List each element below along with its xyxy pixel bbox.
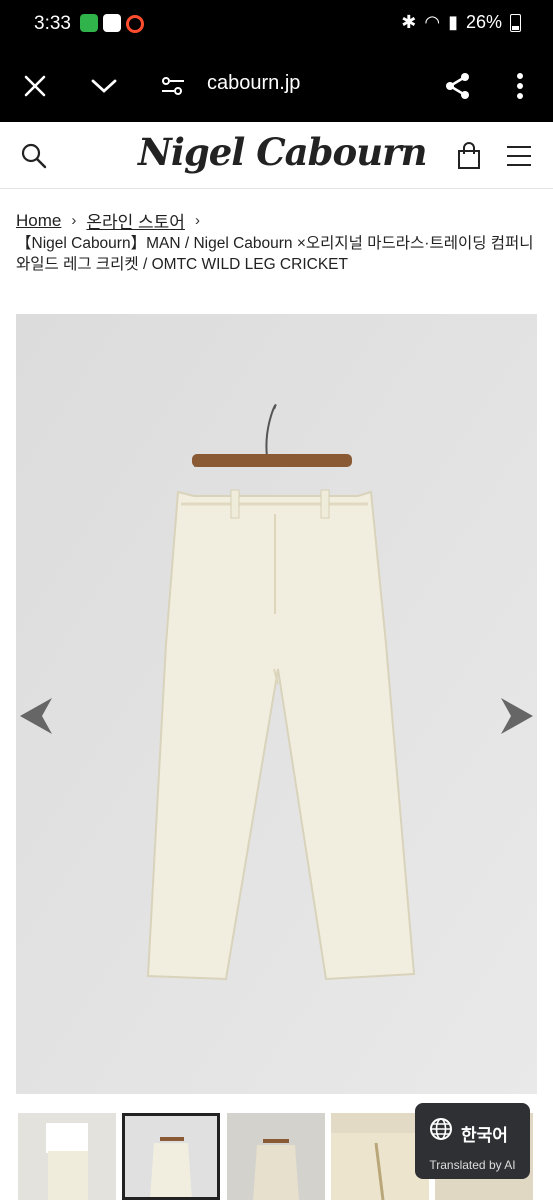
cart-button[interactable] [453,140,485,172]
collapse-button[interactable] [84,66,124,106]
ring-notification-icon [126,15,144,33]
thumbnail-image [253,1139,299,1200]
translate-label: Translated by AI [429,1158,516,1172]
thumbnail-image [46,1123,88,1200]
pants-photo [16,314,537,1094]
menu-icon [507,146,531,166]
share-icon [446,73,469,99]
chevron-right-icon: › [71,212,77,229]
close-icon [24,75,46,97]
share-button[interactable] [438,66,478,106]
close-button[interactable] [15,66,55,106]
battery-icon [510,13,521,32]
status-right: ✱ ◠ ▮ 26% [401,12,521,33]
status-time: 3:33 [34,13,71,34]
menu-button[interactable] [503,140,535,172]
tune-icon [162,77,184,95]
product-image[interactable] [16,314,537,1094]
chevron-down-icon [91,79,117,93]
product-title: 【Nigel Cabourn】MAN / Nigel Cabourn ×오리지널… [16,235,534,273]
wifi-icon: ◠ [424,12,441,32]
prev-arrow-icon[interactable] [16,694,56,738]
translate-badge[interactable]: 한국어 Translated by AI [415,1103,530,1179]
globe-icon [430,1118,452,1140]
translate-language: 한국어 [461,1126,508,1145]
status-bar: 3:33 ✱ ◠ ▮ 26% [0,0,553,48]
thumbnail-selected[interactable] [122,1113,220,1200]
more-options-button[interactable] [500,66,540,106]
site-settings-button[interactable] [153,66,193,106]
app-notification-icon [80,14,98,32]
thumbnail[interactable] [18,1113,116,1200]
browser-toolbar: cabourn.jp [0,48,553,122]
gallery-notification-icon [103,14,121,32]
bag-icon [458,142,480,169]
search-button[interactable] [18,140,50,172]
thumbnail[interactable] [227,1113,325,1200]
breadcrumb-store[interactable]: 온라인 스토어 [86,208,185,233]
breadcrumb-home[interactable]: Home [16,211,61,231]
url-text[interactable]: cabourn.jp [207,72,300,95]
site-logo[interactable]: Nigel Cabourn [138,130,427,174]
thumbnail-image [150,1137,192,1200]
search-icon [21,143,47,169]
battery-level: 26% [465,12,502,32]
next-arrow-icon[interactable] [497,694,537,738]
more-vert-icon [517,73,523,99]
signal-icon: ▮ [448,12,458,32]
breadcrumb: Home › 온라인 스토어 › [16,208,200,233]
chevron-right-icon: › [194,212,200,229]
site-header: Nigel Cabourn [0,122,553,189]
bluetooth-icon: ✱ [401,12,417,32]
